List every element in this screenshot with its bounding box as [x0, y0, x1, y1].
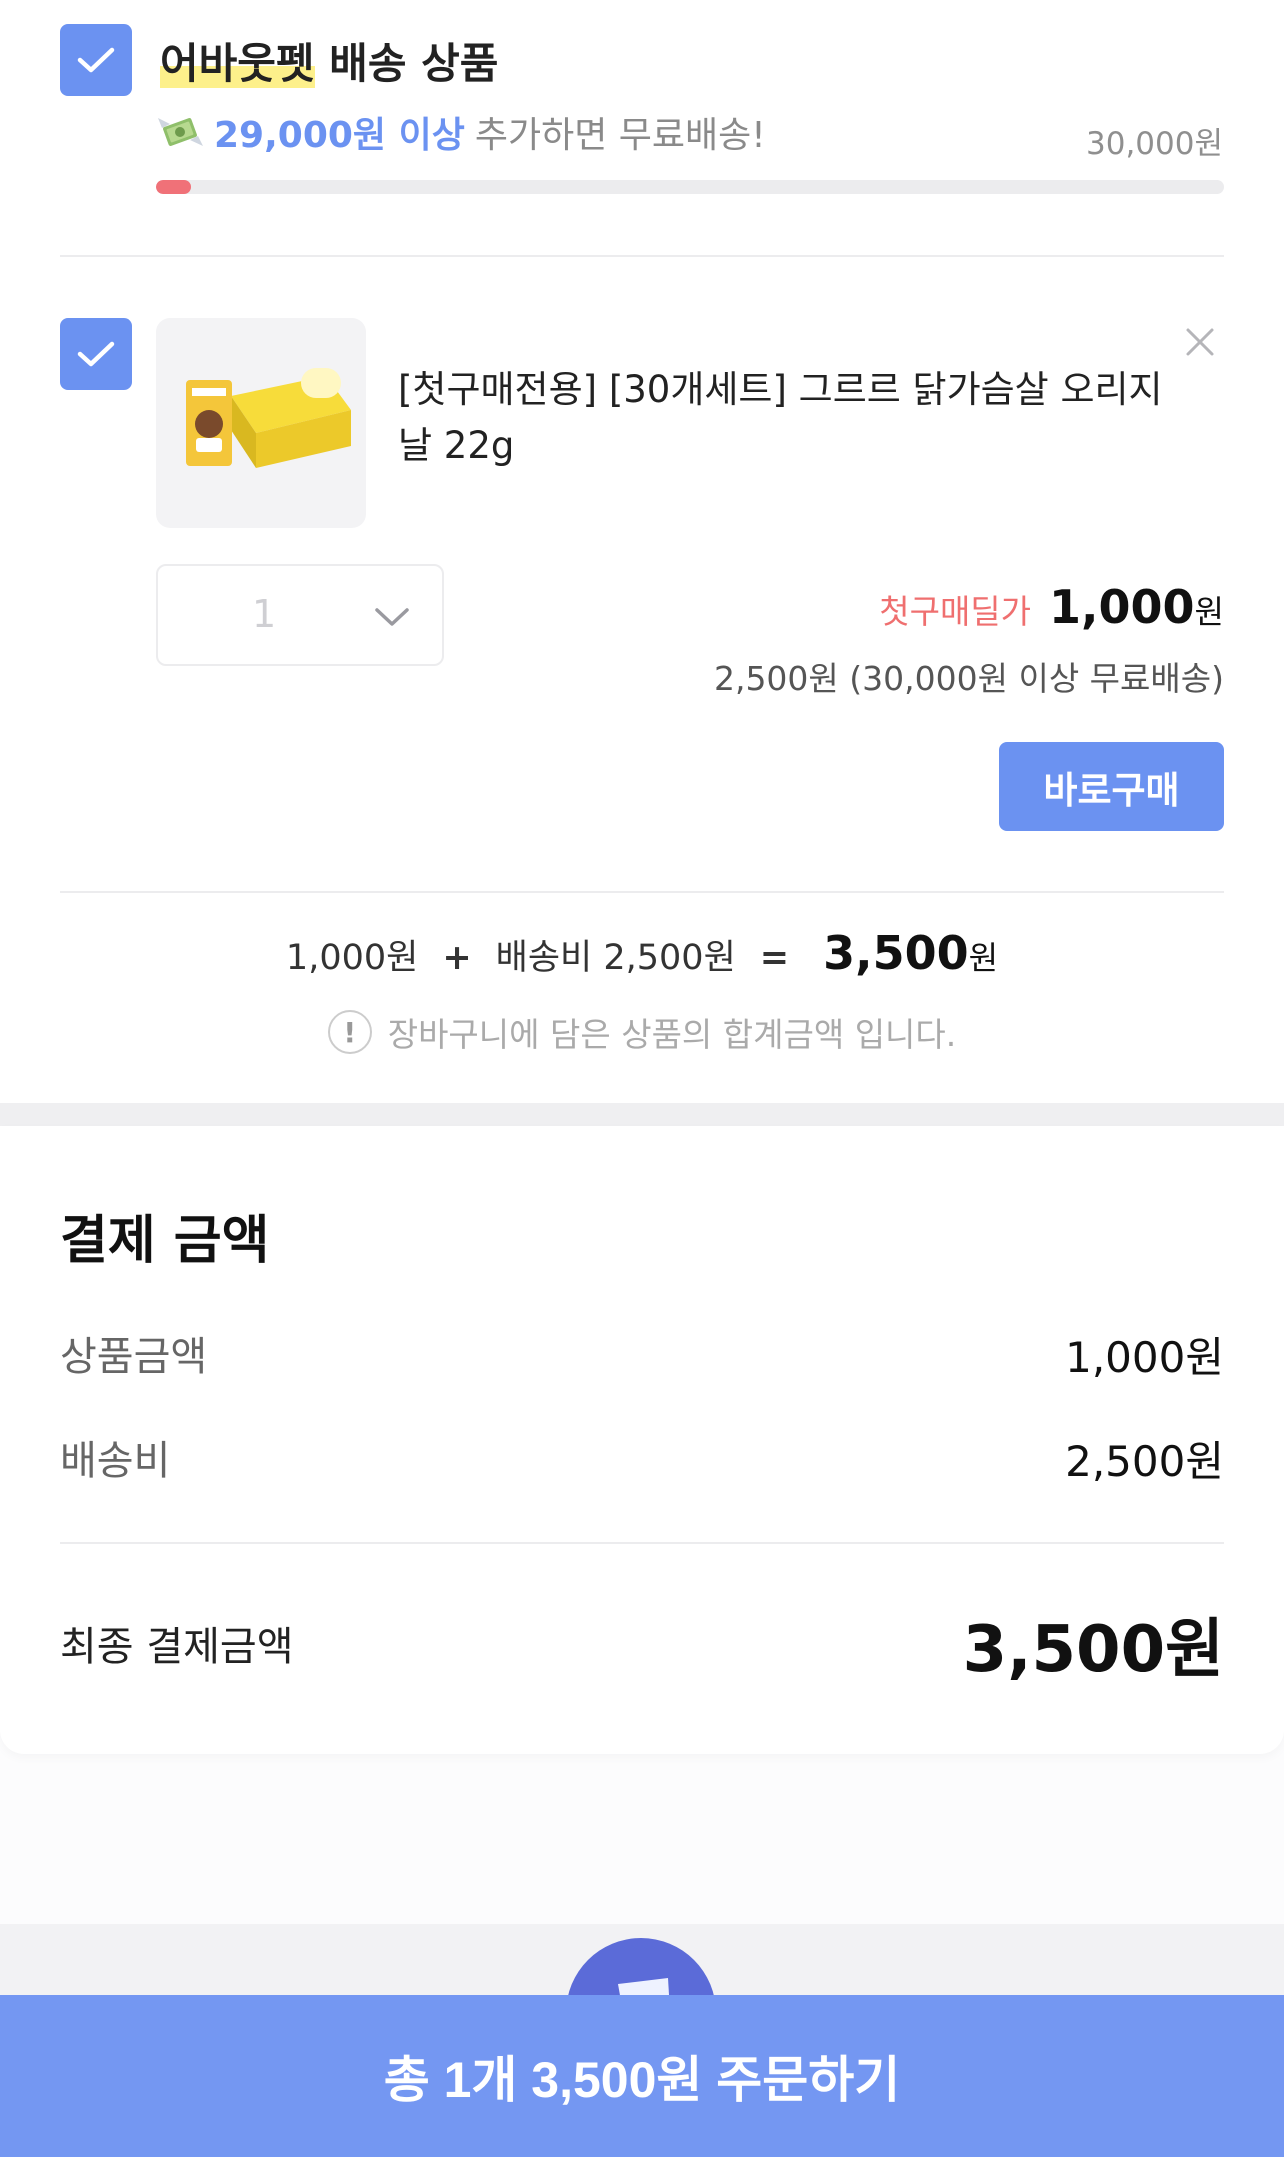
sum-note-text: 장바구니에 담은 상품의 합계금액 입니다.: [387, 1015, 957, 1054]
group-title-highlight: 어바웃펫: [160, 39, 315, 88]
divider: [60, 255, 1224, 257]
product-amount-value: 1,000원: [1065, 1333, 1224, 1382]
free-shipping-text: 추가하면 무료배송!: [474, 115, 766, 156]
group-title-rest: 배송 상품: [314, 39, 499, 88]
product-name[interactable]: [첫구매전용] [30개세트] 그르르 닭가슴살 오리지날 22g: [398, 362, 1178, 474]
divider: [60, 1542, 1224, 1544]
product-amount-label: 상품금액: [60, 1334, 208, 1380]
check-icon: [77, 47, 115, 73]
free-shipping-amount: 29,000원 이상: [214, 115, 465, 156]
sum-plus: +: [442, 938, 472, 978]
shipping-fee-value: 2,500원: [1065, 1437, 1224, 1486]
free-shipping-message: 29,000원 이상 추가하면 무료배송!: [156, 110, 766, 156]
item-shipping-note: 2,500원 (30,000원 이상 무료배송): [713, 659, 1224, 698]
cart-group-section: 어바웃펫 배송 상품 29,000원 이상 추가하면 무료배송! 30,000원: [0, 0, 1284, 1103]
divider: [60, 891, 1224, 893]
info-icon: !: [327, 1010, 372, 1054]
group-title: 어바웃펫 배송 상품: [160, 30, 498, 91]
cart-page: 어바웃펫 배송 상품 29,000원 이상 추가하면 무료배송! 30,000원: [0, 0, 1284, 2157]
progress-fill: [156, 180, 192, 194]
group-total-row: 1,000원 + 배송비 2,500원 = 3,500 원: [0, 926, 1284, 980]
free-shipping-progress: [156, 180, 1224, 194]
sum-product-amount: 1,000원: [285, 938, 419, 978]
chevron-down-icon: [375, 608, 409, 626]
quantity-select[interactable]: 1: [156, 564, 444, 666]
sum-note: ! 장바구니에 담은 상품의 합계금액 입니다.: [0, 1008, 1284, 1056]
check-icon: [77, 341, 115, 367]
quantity-value: 1: [252, 592, 277, 636]
deal-price-value: 1,000: [1049, 580, 1195, 634]
buy-now-button[interactable]: 바로구매: [999, 742, 1224, 831]
free-shipping-threshold: 30,000원: [1086, 126, 1223, 162]
section-gap: [0, 1103, 1284, 1126]
group-checkbox[interactable]: [60, 24, 132, 96]
sum-total: 3,500: [823, 926, 969, 980]
close-icon: [1186, 328, 1214, 356]
shipping-fee-label: 배송비: [60, 1438, 171, 1484]
final-amount-label: 최종 결제금액: [60, 1624, 294, 1670]
product-thumbnail[interactable]: [156, 318, 366, 528]
money-wings-icon: [158, 118, 203, 146]
order-button[interactable]: 총 1개 3,500원 주문하기: [0, 1995, 1284, 2157]
sum-shipping: 배송비 2,500원: [495, 938, 736, 978]
remove-item-button[interactable]: [1180, 322, 1220, 362]
item-price: 첫구매딜가 1,000 원: [879, 580, 1224, 634]
final-amount-value: 3,500원: [962, 1613, 1224, 1687]
deal-price-label: 첫구매딜가: [879, 592, 1032, 631]
item-checkbox[interactable]: [60, 318, 132, 390]
payment-summary: 결제 금액 상품금액 1,000원 배송비 2,500원 최종 결제금액 3,5…: [0, 1126, 1284, 1754]
payment-title: 결제 금액: [60, 1211, 270, 1271]
product-image: [186, 368, 351, 468]
sum-equals: =: [759, 938, 790, 978]
sum-total-unit: 원: [968, 939, 999, 977]
deal-price-unit: 원: [1194, 593, 1224, 631]
